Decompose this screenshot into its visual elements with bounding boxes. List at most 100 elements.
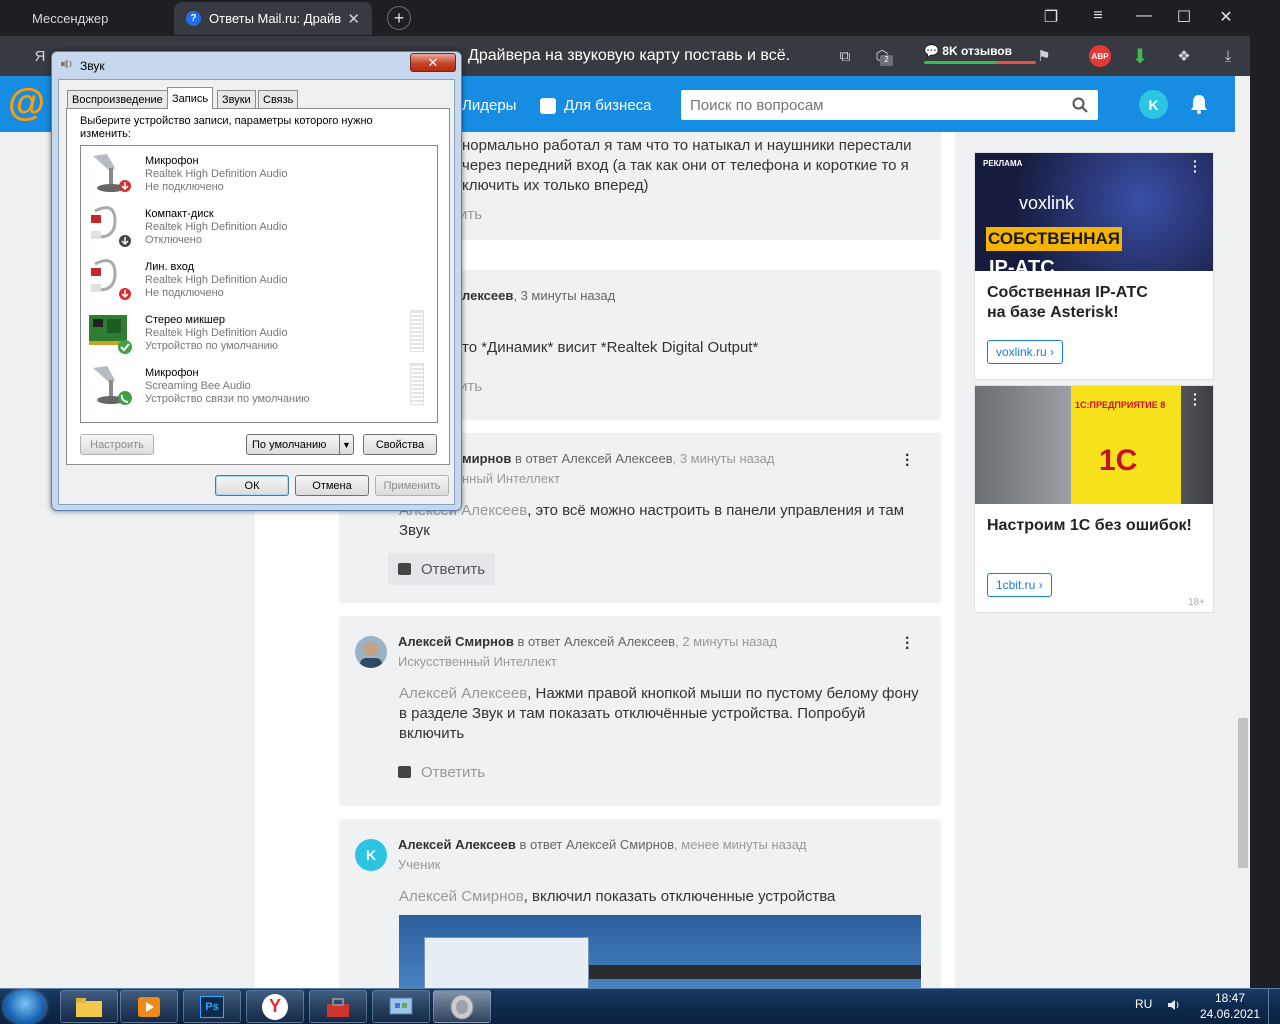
volume-icon[interactable] [1166, 997, 1182, 1013]
copy-icon[interactable]: ⧉ [835, 46, 855, 66]
taskbar-explorer[interactable] [60, 990, 118, 1023]
scrollbar-thumb[interactable] [1238, 718, 1248, 868]
answer-text: Алексей Алексеев, это всё можно настроит… [399, 502, 905, 539]
taskbar-media-player[interactable] [120, 990, 178, 1023]
menu-icon[interactable]: ≡ [1087, 7, 1109, 25]
set-default-label: По умолчанию [252, 438, 327, 451]
taskbar-yandex-browser[interactable]: Y [246, 990, 304, 1023]
show-desktop-button[interactable] [1268, 989, 1280, 1024]
downloads-icon[interactable]: ⤓ [1218, 46, 1238, 66]
reply-button[interactable]: Ответить [388, 553, 496, 585]
tab-label: Мессенджер [32, 11, 109, 26]
mention[interactable]: Алексей Алексеев [399, 685, 527, 702]
bookmark-icon[interactable]: ⚑ [1034, 46, 1054, 66]
level-meter [410, 363, 424, 405]
device-microphone-screamingbee[interactable]: Микрофон Screaming Bee Audio Устройство … [81, 358, 437, 411]
adblock-icon[interactable]: ABP [1089, 45, 1111, 67]
close-button[interactable]: ✕ [410, 53, 456, 72]
more-icon[interactable]: · · · [905, 631, 911, 657]
cancel-button[interactable]: Отмена [295, 475, 369, 496]
device-driver: Realtek High Definition Audio [145, 274, 288, 286]
set-default-dropdown[interactable]: По умолчанию ▼ [246, 434, 354, 455]
mention[interactable]: Алексей Смирнов [399, 888, 524, 905]
avatar[interactable]: K [1139, 90, 1168, 119]
device-list[interactable]: Микрофон Realtek High Definition Audio Н… [80, 145, 438, 423]
configure-button[interactable]: Настроить [80, 434, 154, 455]
page-title[interactable]: Драйвера на звуковую карту поставь и всё… [468, 47, 790, 65]
bookmark-window-icon[interactable]: ❐ [1040, 7, 1062, 27]
bell-icon[interactable] [1188, 93, 1210, 115]
search-icon[interactable] [1072, 97, 1088, 113]
device-driver: Realtek High Definition Audio [145, 221, 288, 233]
dialog-title: Звук [80, 59, 105, 73]
reviews-label: 8K отзывов [942, 44, 1013, 58]
attached-screenshot[interactable] [399, 915, 921, 988]
avatar[interactable] [355, 636, 387, 668]
search-box [681, 90, 1098, 120]
close-window-icon[interactable]: ✕ [1215, 7, 1237, 27]
language-indicator[interactable]: RU [1135, 997, 1152, 1011]
maximize-icon[interactable]: ☐ [1173, 7, 1195, 27]
tab-recording[interactable]: Запись [167, 87, 214, 109]
question-icon: ? [186, 11, 201, 26]
reply-label: Ответить [421, 560, 486, 578]
taskbar-sound[interactable] [433, 990, 491, 1023]
chevron-down-icon[interactable]: ▼ [339, 435, 353, 454]
properties-button[interactable]: Свойства [363, 434, 437, 455]
age-rating: 18+ [1188, 597, 1205, 608]
microphone-icon [93, 366, 132, 405]
screenshot-bar-thumb [589, 965, 921, 979]
reply-button[interactable]: Ответить [388, 756, 495, 788]
avatar[interactable]: K [355, 839, 387, 871]
device-stereo-mix[interactable]: Стерео микшер Realtek High Definition Au… [81, 305, 437, 358]
mailru-logo[interactable]: @ [8, 84, 45, 122]
download-arrow-icon[interactable]: ⬇ [1130, 46, 1150, 68]
taskbar-photoshop[interactable]: Ps [183, 990, 241, 1023]
apply-button[interactable]: Применить [375, 475, 449, 496]
device-microphone-realtek[interactable]: Микрофон Realtek High Definition Audio Н… [81, 146, 437, 199]
nav-business[interactable]: Для бизнеса [540, 97, 652, 114]
media-player-icon [138, 996, 160, 1017]
clock-time[interactable]: 18:47 [1200, 991, 1260, 1005]
start-button[interactable] [4, 990, 46, 1024]
nav-leaders[interactable]: Лидеры [462, 97, 516, 114]
speaker-icon [61, 59, 72, 69]
device-cd[interactable]: Компакт-диск Realtek High Definition Aud… [81, 199, 437, 252]
ad-voxlink[interactable]: РЕКЛАМА voxlink СОБСТВЕННАЯ IP-АТС · · · С… [974, 152, 1214, 380]
yandex-browser-icon: Y [262, 993, 288, 1020]
reviews-button[interactable]: 💬 8K отзывов [924, 44, 1012, 58]
ad-link[interactable]: voxlink.ru › [987, 340, 1064, 364]
answer-author: Алексей Смирнов в ответ Алексей Алексеев… [398, 634, 777, 649]
minimize-icon[interactable]: — [1133, 7, 1155, 25]
ad-1cbit[interactable]: 1С:ПРЕДПРИЯТИЕ 8 1С · · · Настроим 1С без … [974, 385, 1214, 613]
yandex-icon[interactable]: Я [30, 46, 50, 66]
ok-button[interactable]: ОК [215, 475, 289, 496]
device-status: Устройство связи по умолчанию [145, 393, 310, 405]
ad-banner-text2: IP-АТС [989, 257, 1055, 271]
tab-sounds[interactable]: Звуки [217, 90, 256, 108]
new-tab-button[interactable]: + [387, 6, 411, 30]
answer-line: нормально работал я там что то натыкал и… [462, 137, 912, 154]
taskbar-toolbox[interactable] [309, 990, 367, 1023]
reply-label: Ответить [421, 763, 486, 781]
tab-answers-mailru[interactable]: ? Ответы Mail.ru: Драйве ✕ [174, 2, 372, 35]
more-icon[interactable]: · · · [905, 448, 911, 474]
collections-icon[interactable]: ❖ [1174, 46, 1194, 66]
tab-messenger[interactable]: Мессенджер [20, 2, 170, 35]
ad-link[interactable]: 1cbit.ru › [987, 573, 1052, 597]
tab-communications[interactable]: Связь [258, 90, 299, 108]
more-icon[interactable]: · · · [1193, 387, 1198, 411]
close-icon[interactable]: ✕ [347, 10, 360, 28]
browser-side-strip [1250, 36, 1280, 988]
screenshot-dialog-thumb [424, 937, 589, 988]
answer-card: Алексей Смирнов в ответ Алексей Алексеев… [339, 616, 941, 806]
search-input[interactable] [681, 90, 1061, 120]
device-line-in[interactable]: Лин. вход Realtek High Definition Audio … [81, 252, 437, 305]
tab-playback[interactable]: Воспроизведение [67, 90, 168, 108]
clock-date[interactable]: 24.06.2021 [1195, 1007, 1265, 1021]
answer-text: Алексей Смирнов, включил показать отключ… [399, 888, 836, 905]
dialog-titlebar[interactable]: Звук ✕ [52, 52, 461, 76]
more-icon[interactable]: · · · [1193, 154, 1198, 178]
taskbar-control-panel[interactable] [372, 990, 430, 1023]
ad-title: Собственная IP-АТС на базе Asterisk! [987, 284, 1148, 321]
